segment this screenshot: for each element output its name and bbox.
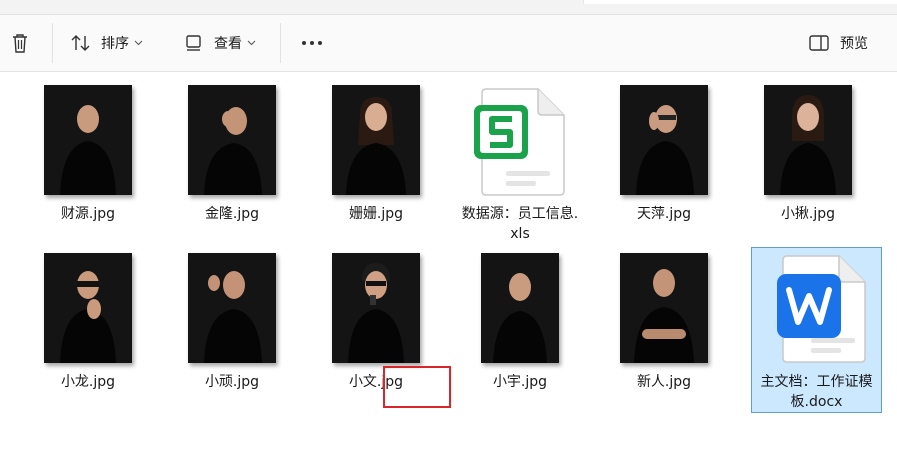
file-item[interactable]: 新人.jpg [599,250,729,410]
file-item[interactable]: 姗姗.jpg [311,82,441,242]
photo-thumbnail [764,85,852,195]
search-field-edge[interactable] [583,0,897,4]
highlight-annotation-box [383,366,451,408]
preview-pane-button[interactable]: 预览 [808,26,868,60]
file-name: 财源.jpg [60,206,116,222]
view-button[interactable]: 查看 [184,26,256,60]
file-name: 数据源：员工信息.xls [461,206,579,242]
sort-label: 排序 [101,36,129,52]
more-dots-icon [302,41,322,45]
file-name: 天萍.jpg [636,206,692,222]
more-options-button[interactable] [298,26,326,60]
file-item[interactable]: 小顽.jpg [167,250,297,410]
file-item[interactable]: 小揪.jpg [743,82,873,242]
view-layout-icon [186,35,201,51]
file-name: 金隆.jpg [204,206,260,222]
preview-pane-icon [809,35,829,51]
view-label: 查看 [214,36,242,52]
file-item[interactable]: 小龙.jpg [23,250,153,410]
photo-thumbnail [481,253,559,363]
preview-label: 预览 [840,36,868,52]
trash-icon [13,34,27,53]
window-top-strip [0,0,897,15]
file-item[interactable]: 金隆.jpg [167,82,297,242]
file-item[interactable]: 小宇.jpg [455,250,585,410]
chevron-down-icon [134,40,143,46]
sort-arrows-icon [71,35,90,51]
file-name: 主文档：工作证模板.docx [760,374,873,410]
photo-thumbnail [188,253,276,363]
photo-thumbnail [188,85,276,195]
file-item-selected[interactable]: 主文档：工作证模板.docx [751,247,882,413]
photo-thumbnail [44,85,132,195]
file-name: 小龙.jpg [60,374,116,390]
file-name: 姗姗.jpg [348,206,404,222]
spreadsheet-file-icon [470,87,570,201]
delete-button[interactable] [6,26,34,60]
file-grid: 财源.jpg 金隆.jpg 姗姗.jpg 数据源：员工信息.xls 天萍.jpg… [0,72,897,469]
photo-thumbnail [620,253,708,363]
file-name: 新人.jpg [636,374,692,390]
file-item[interactable]: 天萍.jpg [599,82,729,242]
toolbar-separator [52,23,53,63]
word-document-file-icon [767,254,867,368]
photo-thumbnail [332,85,420,195]
file-name: 小揪.jpg [780,206,836,222]
file-item[interactable]: 数据源：员工信息.xls [455,82,585,242]
photo-thumbnail [44,253,132,363]
photo-thumbnail [620,85,708,195]
file-name: 小宇.jpg [492,374,548,390]
toolbar-separator [280,23,281,63]
file-item[interactable]: 财源.jpg [23,82,153,242]
sort-button[interactable]: 排序 [70,26,143,60]
command-bar: 排序 查看 预览 [0,15,897,72]
chevron-down-icon [247,40,256,46]
photo-thumbnail [332,253,420,363]
file-name: 小顽.jpg [204,374,260,390]
